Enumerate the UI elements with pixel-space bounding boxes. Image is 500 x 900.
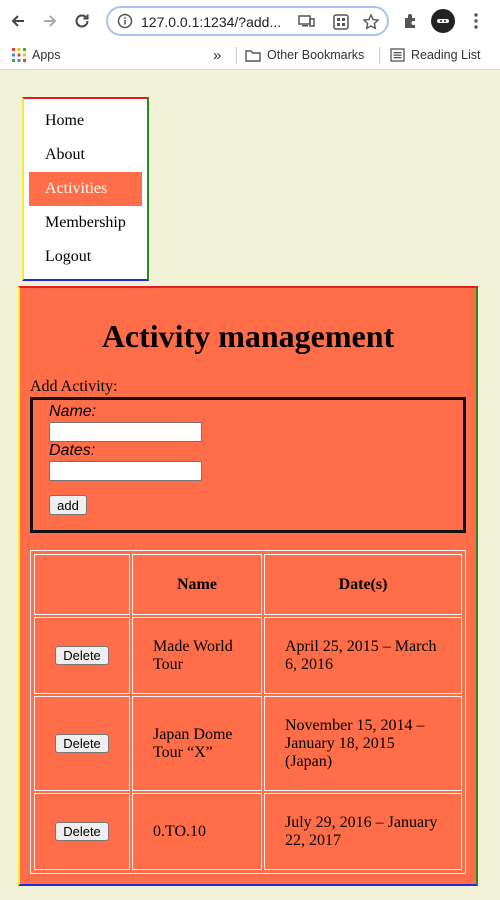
- cast-devices-icon[interactable]: [298, 13, 316, 29]
- bookmark-reading-list[interactable]: Reading List: [390, 45, 481, 65]
- bookmark-other-label: Other Bookmarks: [267, 48, 365, 62]
- row-actions-cell: Delete: [34, 617, 130, 694]
- add-button[interactable]: add: [49, 495, 87, 515]
- nav-item-membership[interactable]: Membership: [29, 206, 142, 240]
- nav-item-activities[interactable]: Activities: [29, 172, 142, 206]
- arrow-left-icon: [11, 15, 24, 27]
- delete-button[interactable]: Delete: [55, 734, 109, 753]
- forward-button[interactable]: [37, 8, 63, 34]
- bookmarks-bar: Apps » Other Bookmarks Reading List: [0, 42, 500, 70]
- bookmark-separator: [236, 47, 237, 64]
- ninja-avatar-icon: [434, 12, 452, 30]
- info-icon[interactable]: [117, 13, 133, 29]
- table-header-row: Name Date(s): [34, 554, 462, 615]
- table-row: Delete Made World Tour April 25, 2015 – …: [34, 617, 462, 694]
- browser-chrome: 127.0.0.1:1234/?add... Apps » Other Book…: [0, 0, 500, 70]
- dates-input[interactable]: [49, 461, 202, 481]
- arrow-right-icon: [44, 15, 57, 27]
- nav-item-home[interactable]: Home: [29, 104, 142, 138]
- table-row: Delete Japan Dome Tour “X” November 15, …: [34, 696, 462, 791]
- activity-name-cell: Made World Tour: [132, 617, 262, 694]
- bookmark-apps-label: Apps: [32, 48, 61, 62]
- overflow-chevron-icon: »: [213, 46, 222, 64]
- activity-dates-cell: July 29, 2016 – January 22, 2017: [264, 793, 462, 870]
- column-header-name: Name: [132, 554, 262, 615]
- apps-grid-icon: [12, 48, 26, 62]
- activity-dates-cell: April 25, 2015 – March 6, 2016: [264, 617, 462, 694]
- bookmark-other[interactable]: Other Bookmarks: [245, 45, 364, 65]
- row-actions-cell: Delete: [34, 696, 130, 791]
- row-actions-cell: Delete: [34, 793, 130, 870]
- bookmark-reading-list-label: Reading List: [411, 48, 481, 62]
- kebab-menu-icon: [474, 13, 478, 29]
- delete-button[interactable]: Delete: [55, 822, 109, 841]
- reading-list-icon: [390, 48, 405, 62]
- table-row: Delete 0.TO.10 July 29, 2016 – January 2…: [34, 793, 462, 870]
- activity-name-cell: Japan Dome Tour “X”: [132, 696, 262, 791]
- activities-table: Name Date(s) Delete Made World Tour Apri…: [32, 552, 464, 872]
- page-title: Activity management: [101, 318, 395, 354]
- main-panel: Activity management Add Activity: Name: …: [18, 286, 478, 886]
- qr-code-icon[interactable]: [332, 13, 350, 31]
- name-input[interactable]: [49, 422, 202, 442]
- column-header-dates: Date(s): [264, 554, 462, 615]
- site-nav: Home About Activities Membership Logout: [22, 97, 149, 281]
- folder-icon: [245, 49, 261, 62]
- activity-name-cell: 0.TO.10: [132, 793, 262, 870]
- bookmarks-overflow-button[interactable]: »: [213, 45, 221, 65]
- bookmark-apps[interactable]: Apps: [12, 45, 61, 65]
- delete-button[interactable]: Delete: [55, 646, 109, 665]
- browser-menu-button[interactable]: [464, 9, 488, 33]
- back-button[interactable]: [5, 8, 31, 34]
- address-text: 127.0.0.1:1234/?add...: [141, 14, 282, 30]
- nav-item-logout[interactable]: Logout: [29, 240, 142, 274]
- add-activity-label: Add Activity:: [30, 378, 118, 395]
- reload-button[interactable]: [69, 8, 95, 34]
- nav-item-about[interactable]: About: [29, 138, 142, 172]
- activities-table-frame: Name Date(s) Delete Made World Tour Apri…: [30, 550, 466, 874]
- add-activity-form: Name: Dates: add: [30, 397, 466, 533]
- name-label: Name:: [49, 403, 97, 420]
- puzzle-icon: [405, 14, 415, 28]
- address-bar[interactable]: 127.0.0.1:1234/?add...: [106, 6, 389, 36]
- bookmark-separator: [379, 47, 380, 64]
- activity-dates-cell: November 15, 2014 – January 18, 2015 (Ja…: [264, 696, 462, 791]
- browser-toolbar: 127.0.0.1:1234/?add...: [0, 0, 500, 42]
- dates-label: Dates:: [49, 442, 96, 459]
- extensions-button[interactable]: [399, 9, 423, 33]
- profile-avatar[interactable]: [431, 9, 455, 33]
- column-header-actions: [34, 554, 130, 615]
- star-icon[interactable]: [362, 13, 380, 31]
- reload-icon: [75, 14, 89, 28]
